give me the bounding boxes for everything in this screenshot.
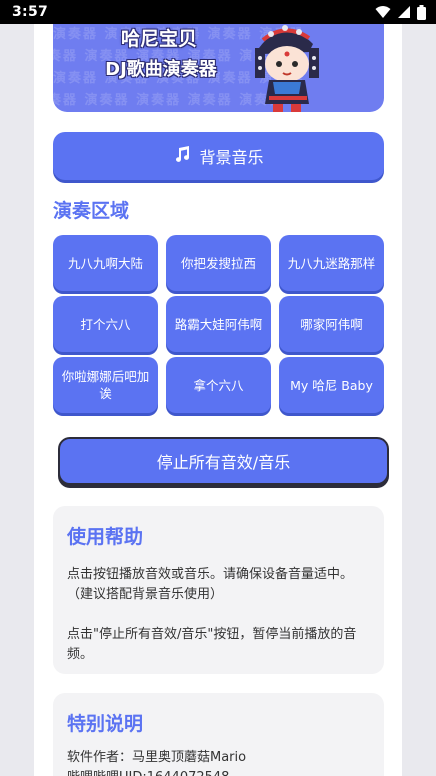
wifi-icon — [375, 5, 391, 19]
banner: 演奏器 演奏器 演奏器 演奏器 演奏器 演奏器 演奏器 演奏器 演奏器 演奏器 … — [53, 24, 384, 112]
uid-line: 哔哩哔哩UID:1644072548 — [67, 768, 370, 776]
sound-button[interactable]: 九八九啊大陆 — [53, 235, 158, 291]
help-paragraph: 点击"停止所有音效/音乐"按钮，暂停当前播放的音频。 — [67, 627, 357, 662]
background-music-button[interactable]: 背景音乐 — [53, 132, 384, 180]
sound-button[interactable]: 哪家阿伟啊 — [279, 296, 384, 352]
help-paragraph: 点击按钮播放音效或音乐。请确保设备音量适中。（建议搭配背景音乐使用） — [67, 567, 354, 602]
signal-icon — [397, 5, 411, 19]
sound-button[interactable]: 九八九迷路那样 — [279, 235, 384, 291]
background-music-label: 背景音乐 — [199, 148, 264, 167]
special-note-title: 特别说明 — [67, 713, 144, 735]
banner-subtitle: DJ歌曲演奏器 — [105, 59, 217, 80]
sound-button[interactable]: 路霸大娃阿伟啊 — [166, 296, 271, 352]
sound-button[interactable]: 打个六八 — [53, 296, 158, 352]
sound-button[interactable]: 你啦娜娜后吧加诶 — [53, 357, 158, 413]
music-note-icon — [173, 145, 191, 167]
battery-icon — [417, 4, 426, 20]
author-line: 软件作者：马里奥顶蘑菇Mario — [67, 750, 247, 765]
sound-button[interactable]: 拿个六八 — [166, 357, 271, 413]
status-bar: 3:57 — [0, 0, 436, 24]
sound-button-grid: 九八九啊大陆 你把发搜拉西 九八九迷路那样 打个六八 路霸大娃阿伟啊 哪家阿伟啊… — [53, 235, 391, 413]
app-card: 演奏器 演奏器 演奏器 演奏器 演奏器 演奏器 演奏器 演奏器 演奏器 演奏器 … — [34, 24, 402, 776]
status-icons — [375, 4, 426, 20]
sound-button[interactable]: 你把发搜拉西 — [166, 235, 271, 291]
stop-all-button[interactable]: 停止所有音效/音乐 — [58, 437, 389, 485]
status-time: 3:57 — [12, 4, 49, 20]
mascot-image — [255, 25, 319, 112]
performance-section-title: 演奏区域 — [53, 200, 130, 222]
sound-button[interactable]: My 哈尼 Baby — [279, 357, 384, 413]
special-note-card: 特别说明 软件作者：马里奥顶蘑菇Mario 哔哩哔哩UID:1644072548 — [53, 693, 384, 776]
help-title: 使用帮助 — [67, 526, 144, 548]
help-card: 使用帮助 点击按钮播放音效或音乐。请确保设备音量适中。（建议搭配背景音乐使用） … — [53, 506, 384, 674]
banner-title: 哈尼宝贝 — [120, 28, 197, 50]
